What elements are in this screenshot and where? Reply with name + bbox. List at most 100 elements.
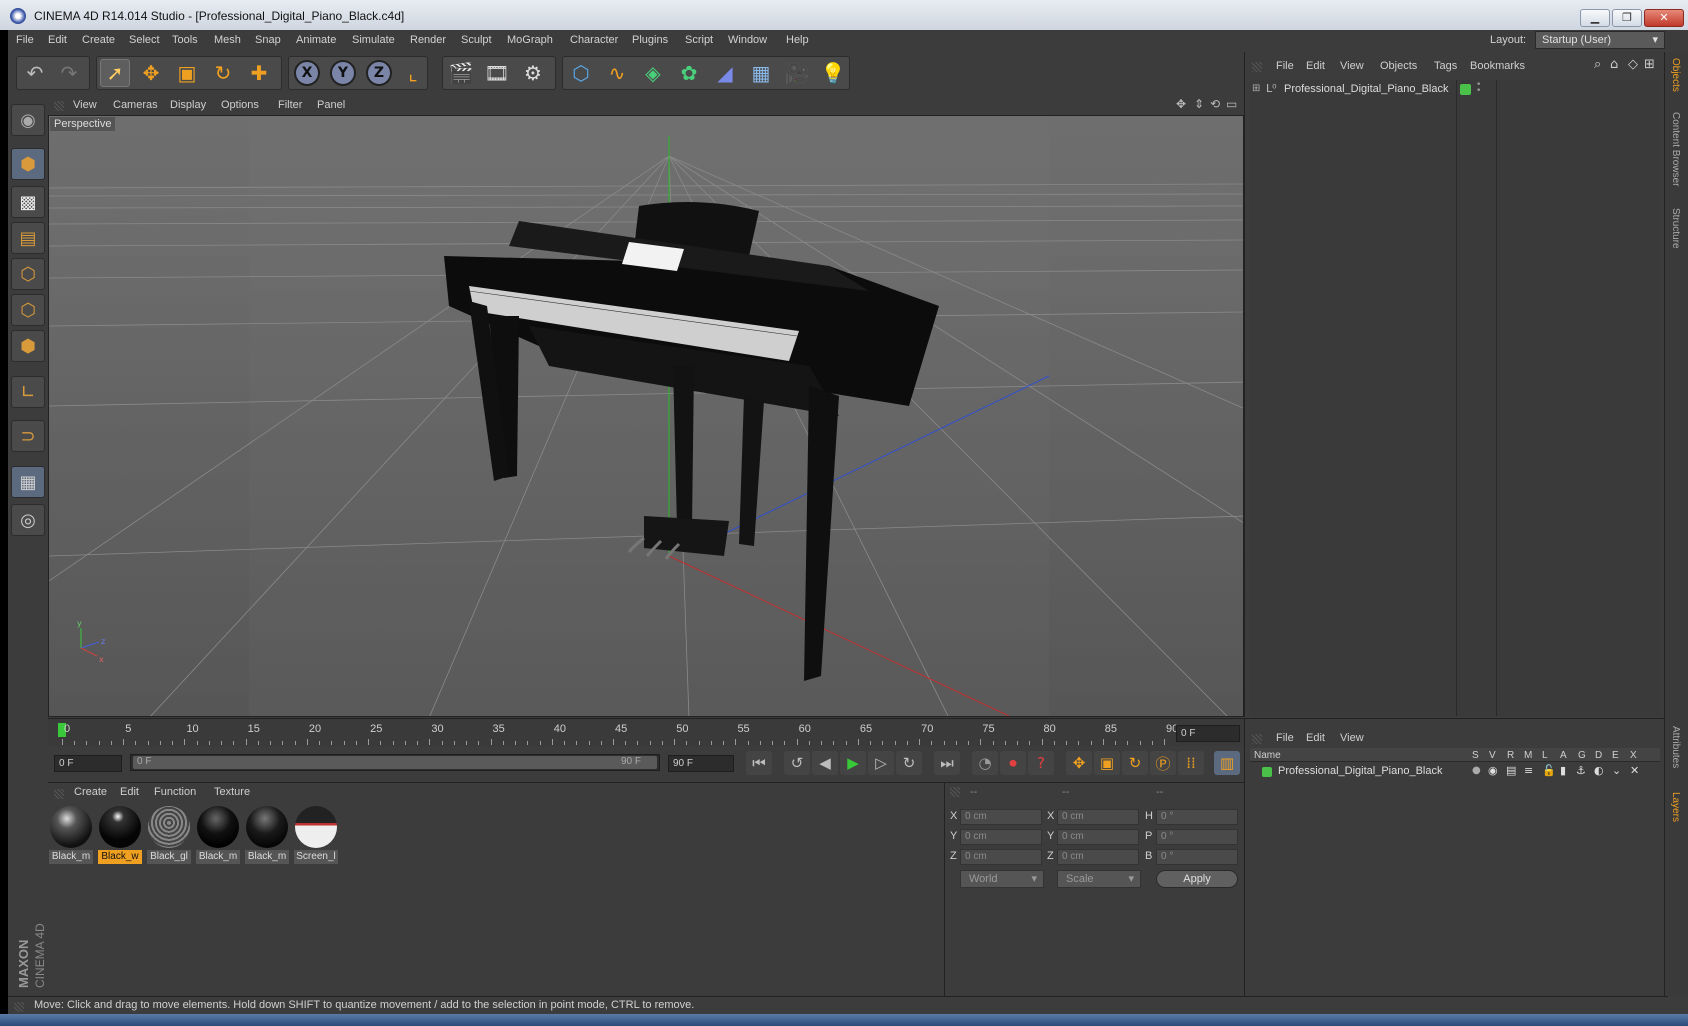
menu-script[interactable]: Script	[685, 34, 713, 46]
x-axis-lock-icon[interactable]: X	[292, 59, 322, 87]
frame-range-slider[interactable]: 0 F 90 F	[130, 754, 660, 771]
layer-col-animation[interactable]: A	[1560, 750, 1567, 761]
snap-mode-icon[interactable]: ▦	[11, 466, 45, 498]
layer-row[interactable]: Professional_Digital_Piano_Black ● ◉ ▤ ≡…	[1250, 764, 1660, 780]
model-mode-icon[interactable]: ⬢	[11, 148, 45, 180]
manager-icon[interactable]: ≡	[1524, 764, 1533, 777]
position-y-field[interactable]: 0 cm	[960, 829, 1042, 845]
menu-snap[interactable]: Snap	[255, 34, 281, 46]
material-swatch[interactable]: Screen_l	[294, 806, 338, 864]
layers-menu-file[interactable]: File	[1276, 732, 1294, 744]
objects-menu-tags[interactable]: Tags	[1434, 60, 1457, 72]
cinema4d-app-icon[interactable]	[10, 8, 26, 24]
layer-col-locked[interactable]: L	[1542, 750, 1548, 761]
edges-mode-icon[interactable]: ⬡	[11, 294, 45, 326]
menu-sculpt[interactable]: Sculpt	[461, 34, 492, 46]
objects-menu-edit[interactable]: Edit	[1306, 60, 1325, 72]
object-manager-grip-icon[interactable]	[1252, 62, 1262, 72]
axis-mode-icon[interactable]: ∟	[11, 376, 45, 408]
view-eye-icon[interactable]: ◉	[1488, 764, 1498, 777]
camera-icon[interactable]: 🎥	[782, 59, 812, 87]
start-frame-field[interactable]: 0 F	[54, 755, 122, 772]
collapse-icon[interactable]: ◇	[1628, 57, 1638, 72]
z-axis-lock-icon[interactable]: Z	[364, 59, 394, 87]
menu-plugins[interactable]: Plugins	[632, 34, 668, 46]
menu-character[interactable]: Character	[570, 34, 618, 46]
layer-col-manager[interactable]: M	[1524, 750, 1532, 761]
side-tab-layers[interactable]: Layers	[1670, 792, 1681, 822]
coordinates-grip-icon[interactable]	[950, 787, 960, 797]
viewport-menu-options[interactable]: Options	[221, 99, 259, 111]
workplane-mode-icon[interactable]: ▤	[11, 222, 45, 254]
menu-render[interactable]: Render	[410, 34, 446, 46]
key-scale-icon[interactable]: ▣	[1094, 751, 1120, 775]
animation-icon[interactable]: ▮	[1560, 764, 1566, 777]
move-icon[interactable]: ✥	[136, 59, 166, 87]
frame-range-bar[interactable]	[133, 756, 657, 769]
objects-menu-file[interactable]: File	[1276, 60, 1294, 72]
goto-prev-key-icon[interactable]: ↺	[784, 751, 810, 775]
viewport-menu-cameras[interactable]: Cameras	[113, 99, 158, 111]
objects-menu-bookmarks[interactable]: Bookmarks	[1470, 60, 1525, 72]
menu-animate[interactable]: Animate	[296, 34, 336, 46]
viewport-rotate-icon[interactable]: ⟲	[1210, 97, 1220, 111]
locked-workplane-icon[interactable]: ◎	[11, 504, 45, 536]
viewport-menu-display[interactable]: Display	[170, 99, 206, 111]
recent-tool-icon[interactable]: ✚	[244, 59, 274, 87]
timeline-window-icon[interactable]: ▥	[1214, 751, 1240, 775]
generator-icon[interactable]: ⚓	[1576, 764, 1586, 777]
layer-col-view[interactable]: V	[1489, 750, 1496, 761]
material-menu-function[interactable]: Function	[154, 786, 196, 798]
render-picture-viewer-icon[interactable]: 🎞	[482, 59, 512, 87]
menu-simulate[interactable]: Simulate	[352, 34, 395, 46]
scale-icon[interactable]: ▣	[172, 59, 202, 87]
size-x-field[interactable]: 0 cm	[1057, 809, 1139, 825]
material-menu-create[interactable]: Create	[74, 786, 107, 798]
lock-icon[interactable]: 🔓	[1542, 764, 1556, 777]
goto-next-key-icon[interactable]: ↻	[896, 751, 922, 775]
floor-icon[interactable]: ▦	[746, 59, 776, 87]
size-z-field[interactable]: 0 cm	[1057, 849, 1139, 865]
new-window-icon[interactable]: ⊞	[1644, 57, 1655, 72]
render-view-icon[interactable]: 🎬	[446, 59, 476, 87]
perspective-viewport[interactable]: y z x	[48, 115, 1244, 717]
viewport-menu-filter[interactable]: Filter	[278, 99, 302, 111]
undo-icon[interactable]: ↶	[20, 59, 50, 87]
layer-color-tag[interactable]	[1460, 84, 1471, 95]
menu-tools[interactable]: Tools	[172, 34, 198, 46]
viewport-maximize-icon[interactable]: ▭	[1226, 97, 1237, 111]
nurbs-icon[interactable]: ◈	[638, 59, 668, 87]
viewport-menu-panel[interactable]: Panel	[317, 99, 345, 111]
size-mode-dropdown[interactable]: Scale ▾	[1057, 870, 1141, 888]
object-row[interactable]: ⊞ L⁰ Professional_Digital_Piano_Black	[1250, 82, 1450, 98]
menu-file[interactable]: File	[16, 34, 34, 46]
layers-menu-view[interactable]: View	[1340, 732, 1364, 744]
visibility-dots-icon[interactable]: • •	[1476, 81, 1481, 96]
objects-menu-objects[interactable]: Objects	[1380, 60, 1417, 72]
spline-icon[interactable]: ∿	[602, 59, 632, 87]
viewport-menu-view[interactable]: View	[73, 99, 97, 111]
layer-col-expressions[interactable]: E	[1612, 750, 1619, 761]
timeline-ruler[interactable]: 0 5 10 15 20 25 30 35 40 45 50 55 60 65 70 75 80 85 90	[48, 718, 1244, 746]
side-tab-structure[interactable]: Structure	[1670, 208, 1681, 249]
material-menu-edit[interactable]: Edit	[120, 786, 139, 798]
rotate-icon[interactable]: ↻	[208, 59, 238, 87]
layer-col-generators[interactable]: G	[1578, 750, 1586, 761]
apply-button[interactable]: Apply	[1156, 870, 1238, 888]
layers-menu-edit[interactable]: Edit	[1306, 732, 1325, 744]
material-grip-icon[interactable]	[54, 789, 64, 799]
xref-icon[interactable]: ✕	[1630, 764, 1639, 777]
cube-icon[interactable]: ⬡	[566, 59, 596, 87]
side-tab-content-browser[interactable]: Content Browser	[1670, 112, 1681, 186]
menu-create[interactable]: Create	[82, 34, 115, 46]
menu-select[interactable]: Select	[129, 34, 160, 46]
coordinate-system-icon[interactable]: ⌞	[398, 59, 428, 87]
maximize-button[interactable]: ❐	[1612, 9, 1642, 27]
rotation-b-field[interactable]: 0 °	[1156, 849, 1238, 865]
key-position-icon[interactable]: ✥	[1066, 751, 1092, 775]
side-tab-objects[interactable]: Objects	[1670, 58, 1681, 92]
tweak-mode-icon[interactable]: ⊃	[11, 420, 45, 452]
layer-color-swatch[interactable]	[1262, 767, 1272, 777]
material-swatch[interactable]: Black_m	[245, 806, 289, 864]
material-menu-texture[interactable]: Texture	[214, 786, 250, 798]
